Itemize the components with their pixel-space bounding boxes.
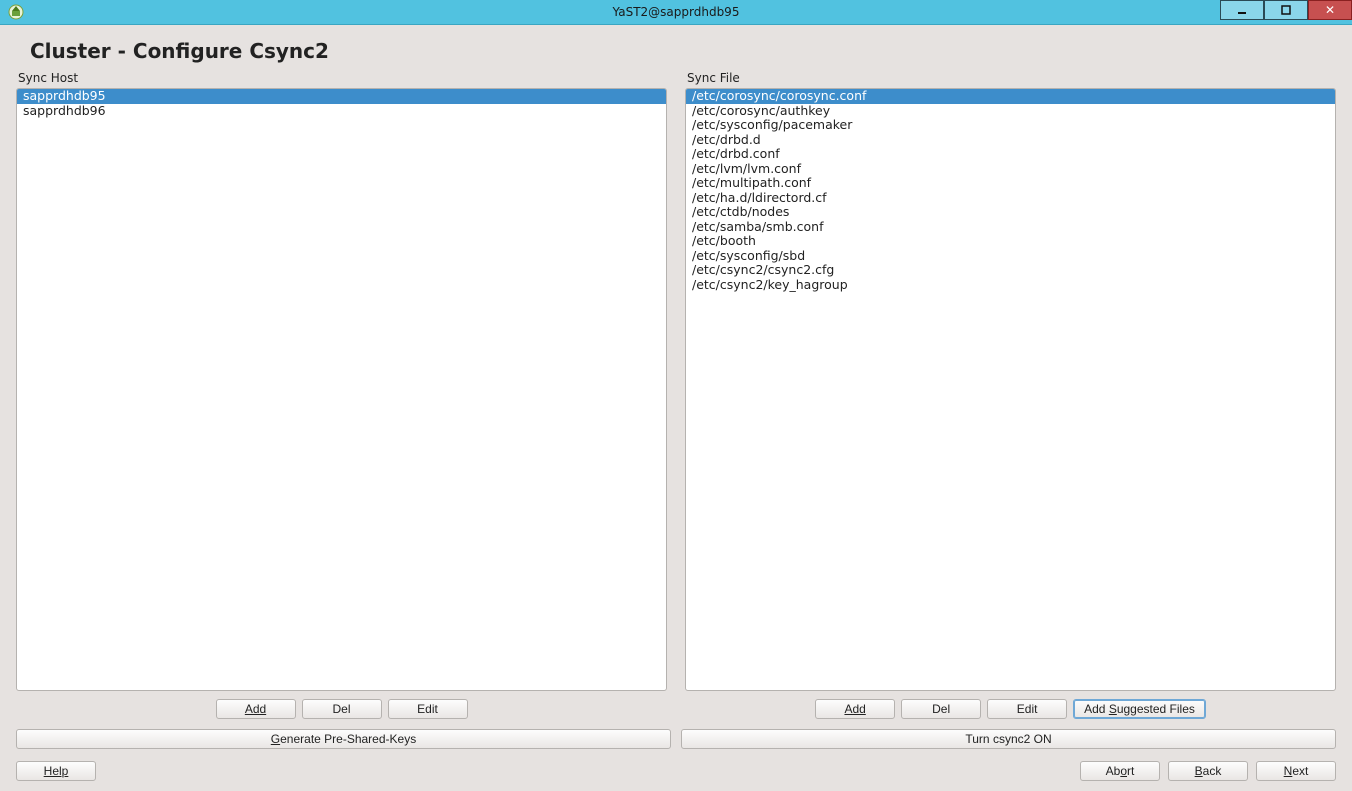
sync-file-buttons: Add Del Edit Add Suggested Files (685, 691, 1336, 725)
help-button[interactable]: Help (16, 761, 96, 781)
sync-host-panel: Sync Host sapprdhdb95sapprdhdb96 Add Del… (16, 71, 667, 725)
host-edit-button[interactable]: Edit (388, 699, 468, 719)
turn-csync2-on-button[interactable]: Turn csync2 ON (681, 729, 1336, 749)
sync-host-listbox[interactable]: sapprdhdb95sapprdhdb96 (16, 88, 667, 691)
window-controls: ✕ (1220, 0, 1352, 20)
list-item[interactable]: sapprdhdb95 (17, 89, 666, 104)
back-button[interactable]: Back (1168, 761, 1248, 781)
content-area: Cluster - Configure Csync2 Sync Host sap… (0, 24, 1352, 791)
list-item[interactable]: /etc/multipath.conf (686, 176, 1335, 191)
file-add-button[interactable]: Add (815, 699, 895, 719)
close-icon: ✕ (1325, 3, 1335, 17)
list-item[interactable]: /etc/booth (686, 234, 1335, 249)
file-edit-button[interactable]: Edit (987, 699, 1067, 719)
host-del-button[interactable]: Del (302, 699, 382, 719)
list-item[interactable]: /etc/sysconfig/sbd (686, 249, 1335, 264)
minimize-button[interactable] (1220, 0, 1264, 20)
sync-host-buttons: Add Del Edit (16, 691, 667, 725)
list-item[interactable]: /etc/csync2/key_hagroup (686, 278, 1335, 293)
maximize-button[interactable] (1264, 0, 1308, 20)
generate-keys-button[interactable]: Generate Pre-Shared-Keys (16, 729, 671, 749)
footer: Help Abort Back Next (0, 753, 1352, 791)
list-item[interactable]: /etc/ha.d/ldirectord.cf (686, 191, 1335, 206)
titlebar: YaST2@sapprdhdb95 ✕ (0, 0, 1352, 24)
page-title: Cluster - Configure Csync2 (0, 25, 1352, 71)
list-item[interactable]: /etc/drbd.conf (686, 147, 1335, 162)
close-button[interactable]: ✕ (1308, 0, 1352, 20)
file-del-button[interactable]: Del (901, 699, 981, 719)
panels-row: Sync Host sapprdhdb95sapprdhdb96 Add Del… (0, 71, 1352, 725)
window-title: YaST2@sapprdhdb95 (0, 5, 1352, 19)
next-button[interactable]: Next (1256, 761, 1336, 781)
list-item[interactable]: /etc/samba/smb.conf (686, 220, 1335, 235)
sync-file-label: Sync File (685, 71, 1336, 88)
list-item[interactable]: /etc/ctdb/nodes (686, 205, 1335, 220)
list-item[interactable]: /etc/lvm/lvm.conf (686, 162, 1335, 177)
wide-buttons-row: Generate Pre-Shared-Keys Turn csync2 ON (0, 725, 1352, 753)
sync-file-panel: Sync File /etc/corosync/corosync.conf/et… (685, 71, 1336, 725)
host-add-button[interactable]: Add (216, 699, 296, 719)
add-suggested-files-button[interactable]: Add Suggested Files (1073, 699, 1206, 719)
abort-button[interactable]: Abort (1080, 761, 1160, 781)
list-item[interactable]: sapprdhdb96 (17, 104, 666, 119)
sync-file-listbox[interactable]: /etc/corosync/corosync.conf/etc/corosync… (685, 88, 1336, 691)
list-item[interactable]: /etc/sysconfig/pacemaker (686, 118, 1335, 133)
list-item[interactable]: /etc/corosync/authkey (686, 104, 1335, 119)
list-item[interactable]: /etc/drbd.d (686, 133, 1335, 148)
list-item[interactable]: /etc/csync2/csync2.cfg (686, 263, 1335, 278)
list-item[interactable]: /etc/corosync/corosync.conf (686, 89, 1335, 104)
sync-host-label: Sync Host (16, 71, 667, 88)
